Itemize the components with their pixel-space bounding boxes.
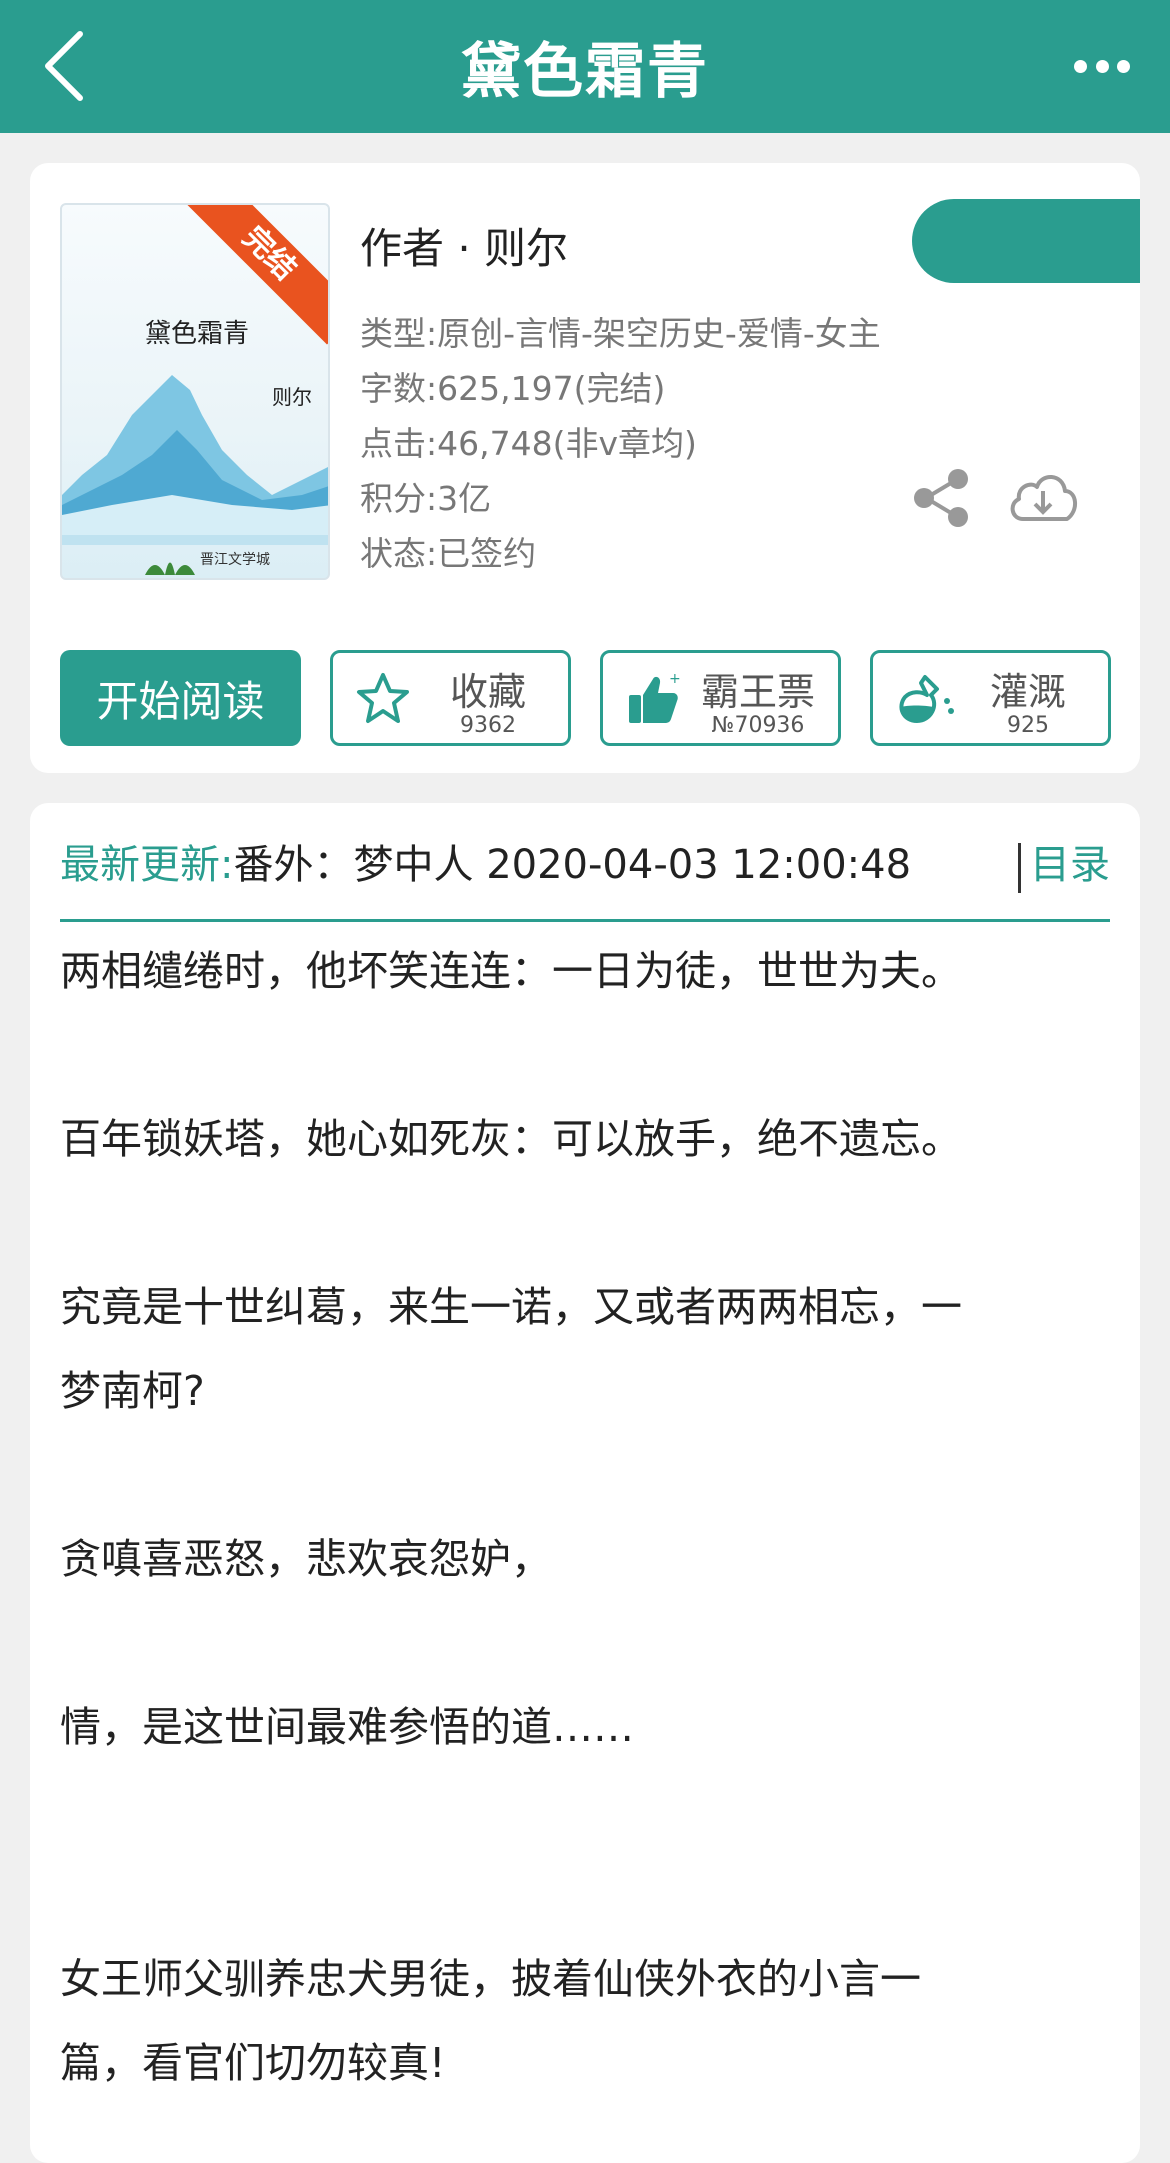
synopsis-gap <box>60 1433 1110 1517</box>
synopsis-gap <box>60 1769 1110 1853</box>
synopsis-card: 最新更新:番外：梦中人 2020-04-03 12:00:48 目录 两相缱绻时… <box>30 803 1140 2163</box>
divider <box>1018 843 1021 893</box>
synopsis-line: 百年锁妖塔，她心如死灰：可以放手，绝不遗忘。 <box>60 1115 962 1163</box>
ticket-label: 霸王票 <box>700 670 815 714</box>
flask-icon <box>899 675 954 723</box>
synopsis-line: 篇，看官们切勿较真! <box>60 2039 446 2087</box>
download-cloud-icon[interactable] <box>1005 463 1081 529</box>
water-button[interactable]: 灌溉 925 <box>870 650 1111 746</box>
synopsis-gap <box>60 1853 1110 1937</box>
cover-title: 黛色霜青 <box>144 319 249 349</box>
favorite-button[interactable]: 收藏 9362 <box>330 650 571 746</box>
cover-logo: 晋江文学城 <box>200 552 270 568</box>
synopsis-gap <box>60 1013 1110 1097</box>
meta-status: 状态:已签约 <box>360 534 537 573</box>
favorite-count: 9362 <box>460 713 516 738</box>
meta-word-count: 字数:625,197(完结) <box>360 369 666 408</box>
favorite-label: 收藏 <box>449 670 526 714</box>
synopsis-line: 梦南柯? <box>60 1367 205 1415</box>
separator-line <box>60 919 1110 922</box>
author-name[interactable]: 作者 · 则尔 <box>360 215 568 276</box>
meta-score: 积分:3亿 <box>360 479 492 518</box>
meta-clicks: 点击:46,748(非v章均) <box>360 424 697 463</box>
book-meta: 类型:原创-言情-架空历史-爱情-女主 字数:625,197(完结) 点击:46… <box>360 306 881 581</box>
top-bar: 黛色霜青 <box>0 0 1170 133</box>
latest-update-row[interactable]: 最新更新:番外：梦中人 2020-04-03 12:00:48 目录 <box>60 833 1110 897</box>
book-cover[interactable]: 黛色霜青 则尔 完结 晋江文学城 <box>60 203 330 580</box>
start-reading-button[interactable]: 开始阅读 <box>60 650 301 746</box>
mountain-illustration <box>62 375 328 545</box>
meta-genre: 类型:原创-言情-架空历史-爱情-女主 <box>360 314 881 353</box>
follow-pill[interactable] <box>912 199 1140 283</box>
synopsis-gap <box>60 1601 1110 1685</box>
synopsis-line: 女王师父驯养忠犬男徒，披着仙侠外衣的小言一 <box>60 1955 921 2003</box>
synopsis-line: 究竟是十世纠葛，来生一诺，又或者两两相忘，一 <box>60 1283 962 1331</box>
ticket-count: №70936 <box>711 713 805 738</box>
water-label: 灌溉 <box>989 670 1066 714</box>
chevron-left-icon[interactable] <box>38 28 98 104</box>
share-icon[interactable] <box>912 468 972 528</box>
svg-text:+: + <box>669 671 681 687</box>
toc-link[interactable]: 目录 <box>1030 833 1110 897</box>
latest-update-text[interactable]: 番外：梦中人 2020-04-03 12:00:48 <box>233 842 911 888</box>
book-info-card: 黛色霜青 则尔 完结 晋江文学城 作者 · 则尔 类型:原创-言情-架空历史-爱… <box>30 163 1140 773</box>
ticket-button[interactable]: + 霸王票 №70936 <box>600 650 841 746</box>
page-title: 黛色霜青 <box>461 37 709 107</box>
thumbs-up-icon: + <box>629 671 681 723</box>
synopsis-line: 情，是这世间最难参悟的道…… <box>60 1703 634 1751</box>
synopsis-line: 两相缱绻时，他坏笑连连：一日为徒，世世为夫。 <box>60 947 962 995</box>
latest-update-label: 最新更新: <box>60 842 234 888</box>
synopsis-text: 两相缱绻时，他坏笑连连：一日为徒，世世为夫。 百年锁妖塔，她心如死灰：可以放手，… <box>60 929 1110 2105</box>
grass-icon <box>145 562 195 575</box>
star-icon <box>357 673 409 723</box>
synopsis-line: 贪嗔喜恶怒，悲欢哀怨妒， <box>60 1535 552 1583</box>
synopsis-gap <box>60 1181 1110 1265</box>
water-count: 925 <box>1007 713 1049 738</box>
more-dots-icon[interactable] <box>1074 58 1130 74</box>
